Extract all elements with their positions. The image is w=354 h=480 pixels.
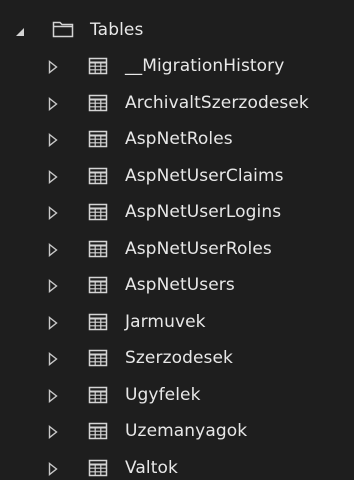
expanded-triangle-icon[interactable] [14,23,26,42]
table-label: AspNetUserClaims [125,165,284,186]
collapsed-triangle-icon[interactable] [48,169,58,188]
table-icon [88,275,108,299]
tree-node-table[interactable]: AspNetUserRoles [0,231,354,267]
collapsed-triangle-icon[interactable] [48,388,58,407]
tree-node-table[interactable]: Szerzodesek [0,340,354,376]
collapsed-triangle-icon[interactable] [48,96,58,115]
table-icon [88,166,108,190]
table-label: Uzemanyagok [125,421,248,441]
tree-node-table[interactable]: Jarmuvek [0,304,354,340]
table-label: Valtok [125,457,178,478]
collapsed-triangle-icon[interactable] [48,132,58,151]
table-label: ArchivaltSzerzodesek [125,92,309,113]
table-icon [88,202,108,226]
collapsed-triangle-icon[interactable] [48,278,58,297]
collapsed-triangle-icon[interactable] [48,461,58,480]
table-icon [88,348,108,372]
folder-icon [52,19,74,43]
table-label: Szerzodesek [125,348,233,368]
tree-node-table[interactable]: Uzemanyagok [0,413,354,449]
tree-node-tables-folder[interactable]: Tables [0,12,354,48]
collapsed-triangle-icon[interactable] [48,242,58,261]
object-explorer-tree: Tables __MigrationHistory ArchivaltSzerzo… [0,0,354,480]
tree-node-table[interactable]: AspNetUsers [0,267,354,303]
tree-node-table[interactable]: Valtok [0,450,354,480]
collapsed-triangle-icon[interactable] [48,315,58,334]
table-icon [88,239,108,263]
table-label: AspNetUsers [125,275,235,295]
table-icon [88,56,108,80]
table-label: AspNetRoles [125,129,233,149]
collapsed-triangle-icon[interactable] [48,351,58,370]
collapsed-triangle-icon[interactable] [48,59,58,78]
table-icon [88,385,108,409]
table-icon [88,458,108,480]
table-icon [88,93,108,117]
folder-label: Tables [90,20,144,40]
tree-node-table[interactable]: __MigrationHistory [0,48,354,84]
table-label: __MigrationHistory [125,56,285,76]
table-label: AspNetUserRoles [125,238,272,259]
collapsed-triangle-icon[interactable] [48,205,58,224]
collapsed-triangle-icon[interactable] [48,424,58,443]
tree-node-table[interactable]: AspNetRoles [0,121,354,157]
tree-node-table[interactable]: ArchivaltSzerzodesek [0,85,354,121]
tree-node-table[interactable]: Ugyfelek [0,377,354,413]
table-icon [88,312,108,336]
table-icon [88,421,108,445]
table-label: Jarmuvek [125,311,206,332]
table-label: AspNetUserLogins [125,202,282,222]
tree-node-table[interactable]: AspNetUserLogins [0,194,354,230]
table-icon [88,129,108,153]
table-label: Ugyfelek [125,384,201,405]
tree-node-table[interactable]: AspNetUserClaims [0,158,354,194]
